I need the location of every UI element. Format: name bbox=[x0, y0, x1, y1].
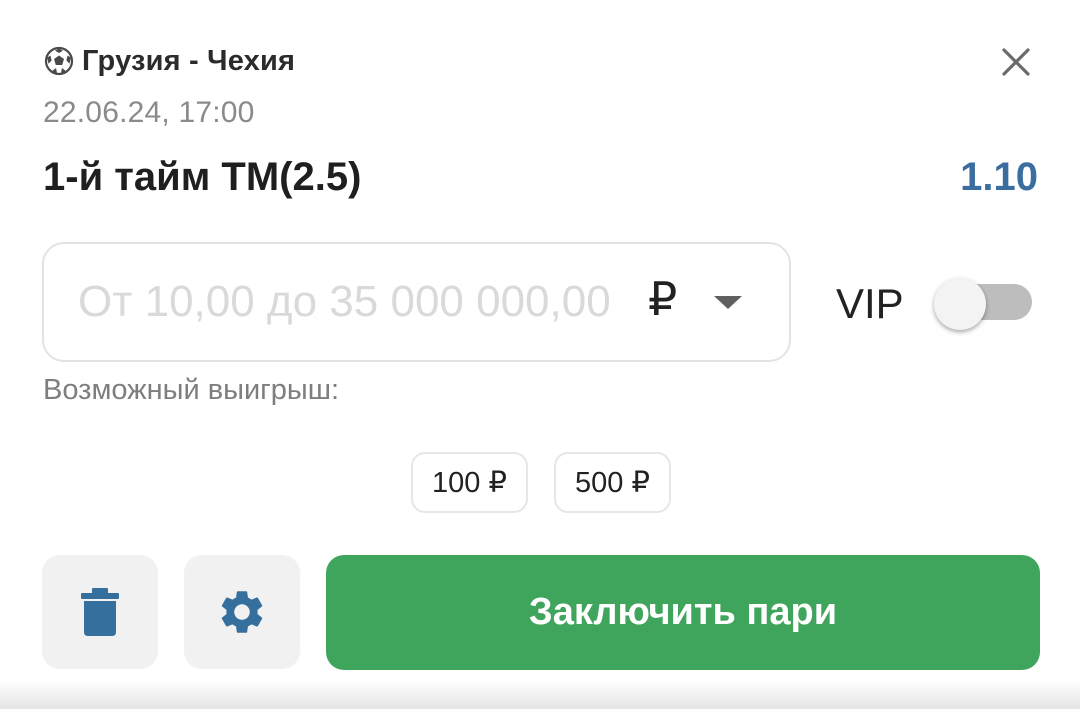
settings-button[interactable] bbox=[184, 555, 300, 669]
match-title: Грузия - Чехия bbox=[82, 44, 296, 77]
chevron-down-icon[interactable] bbox=[714, 296, 742, 309]
possible-win-label: Возможный выигрыш: bbox=[43, 374, 340, 406]
stake-field[interactable]: ₽ bbox=[42, 242, 791, 362]
close-button[interactable] bbox=[994, 40, 1038, 84]
currency-symbol: ₽ bbox=[648, 273, 678, 325]
quick-stake-500[interactable]: 500 ₽ bbox=[554, 452, 671, 513]
delete-bet-button[interactable] bbox=[42, 555, 158, 669]
match-datetime: 22.06.24, 17:00 bbox=[43, 96, 255, 129]
bet-market: 1-й тайм ТМ(2.5) bbox=[43, 155, 362, 199]
gear-icon bbox=[221, 591, 263, 633]
vip-label: VIP bbox=[836, 280, 904, 327]
bet-odds: 1.10 bbox=[960, 155, 1038, 199]
soccer-ball-icon bbox=[44, 46, 74, 76]
vip-toggle-knob bbox=[934, 278, 986, 330]
match-header: Грузия - Чехия bbox=[44, 44, 295, 78]
trash-icon bbox=[81, 588, 119, 636]
stake-input[interactable] bbox=[78, 277, 628, 327]
place-bet-button[interactable]: Заключить пари bbox=[326, 555, 1040, 670]
vip-toggle[interactable] bbox=[934, 278, 1032, 330]
close-icon bbox=[1002, 48, 1030, 76]
quick-stake-100[interactable]: 100 ₽ bbox=[411, 452, 528, 513]
bottom-shadow bbox=[0, 680, 1080, 709]
